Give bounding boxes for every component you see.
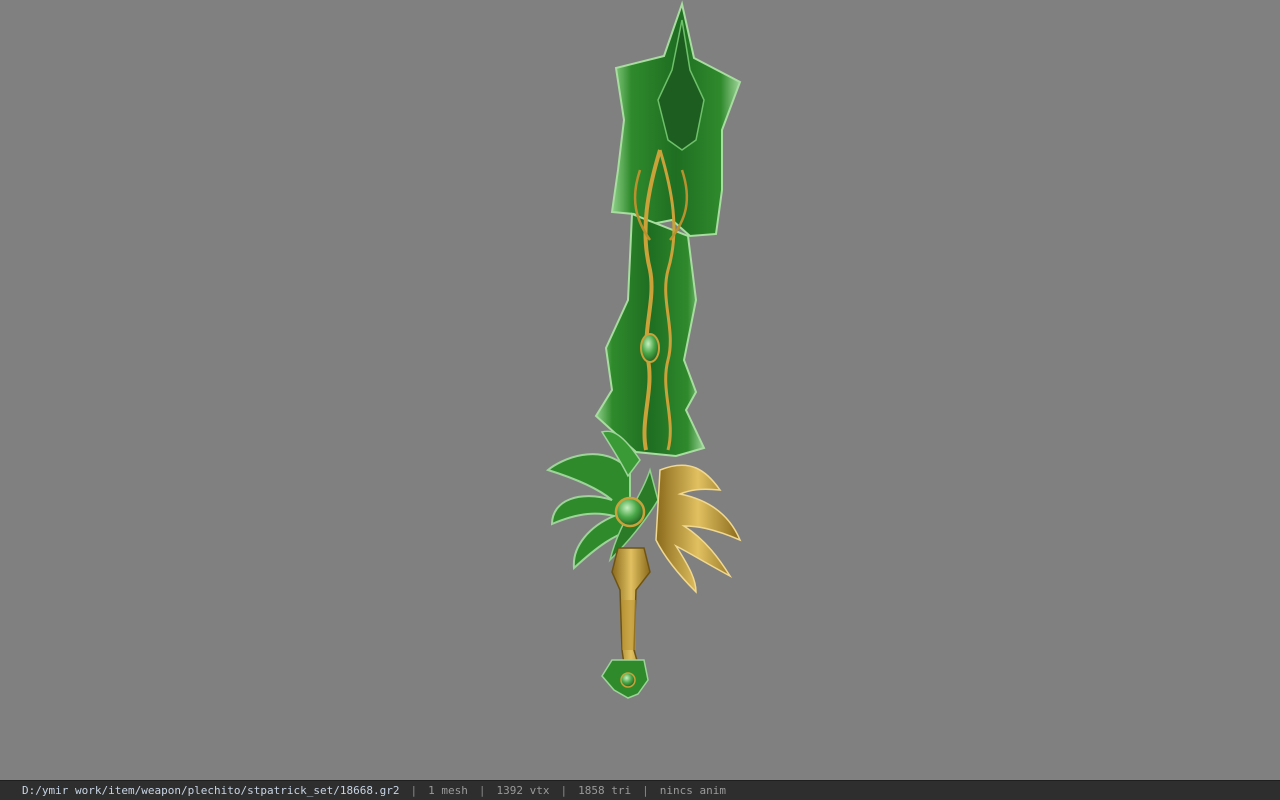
mesh-count: 1 mesh [428,784,468,797]
status-bar: D:/ymir work/item/weapon/plechito/stpatr… [0,780,1280,800]
3d-viewport[interactable] [0,0,1280,780]
separator: | [560,784,568,797]
anim-status: nincs anim [659,784,726,797]
sword-model [545,0,742,699]
triangle-count: 1858 tri [578,784,632,797]
separator: | [642,784,649,797]
file-path: D:/ymir work/item/weapon/plechito/stpatr… [22,784,400,797]
separator: | [478,784,486,797]
guard-leaves-gold [655,464,742,594]
vertex-count: 1392 vtx [496,784,550,797]
separator: | [410,784,418,797]
